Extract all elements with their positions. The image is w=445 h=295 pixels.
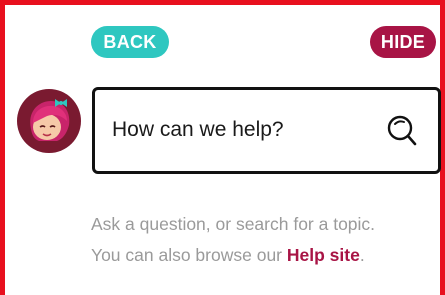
help-line-1: Ask a question, or search for a topic. [91, 214, 376, 234]
search-icon[interactable] [385, 112, 421, 150]
back-button[interactable]: BACK [91, 26, 169, 58]
help-line-2: You can also browse our Help site. [91, 240, 375, 271]
assistant-avatar [17, 89, 81, 153]
help-site-link[interactable]: Help site [287, 245, 360, 265]
assistant-avatar-icon [17, 89, 81, 153]
help-line-2-suffix: . [359, 245, 365, 265]
help-line-2-prefix: You can also browse our [91, 245, 287, 265]
hide-button[interactable]: HIDE [370, 26, 436, 58]
search-input[interactable]: How can we help? [112, 118, 284, 142]
help-description: Ask a question, or search for a topic. Y… [91, 209, 375, 271]
search-box[interactable]: How can we help? [92, 87, 441, 174]
